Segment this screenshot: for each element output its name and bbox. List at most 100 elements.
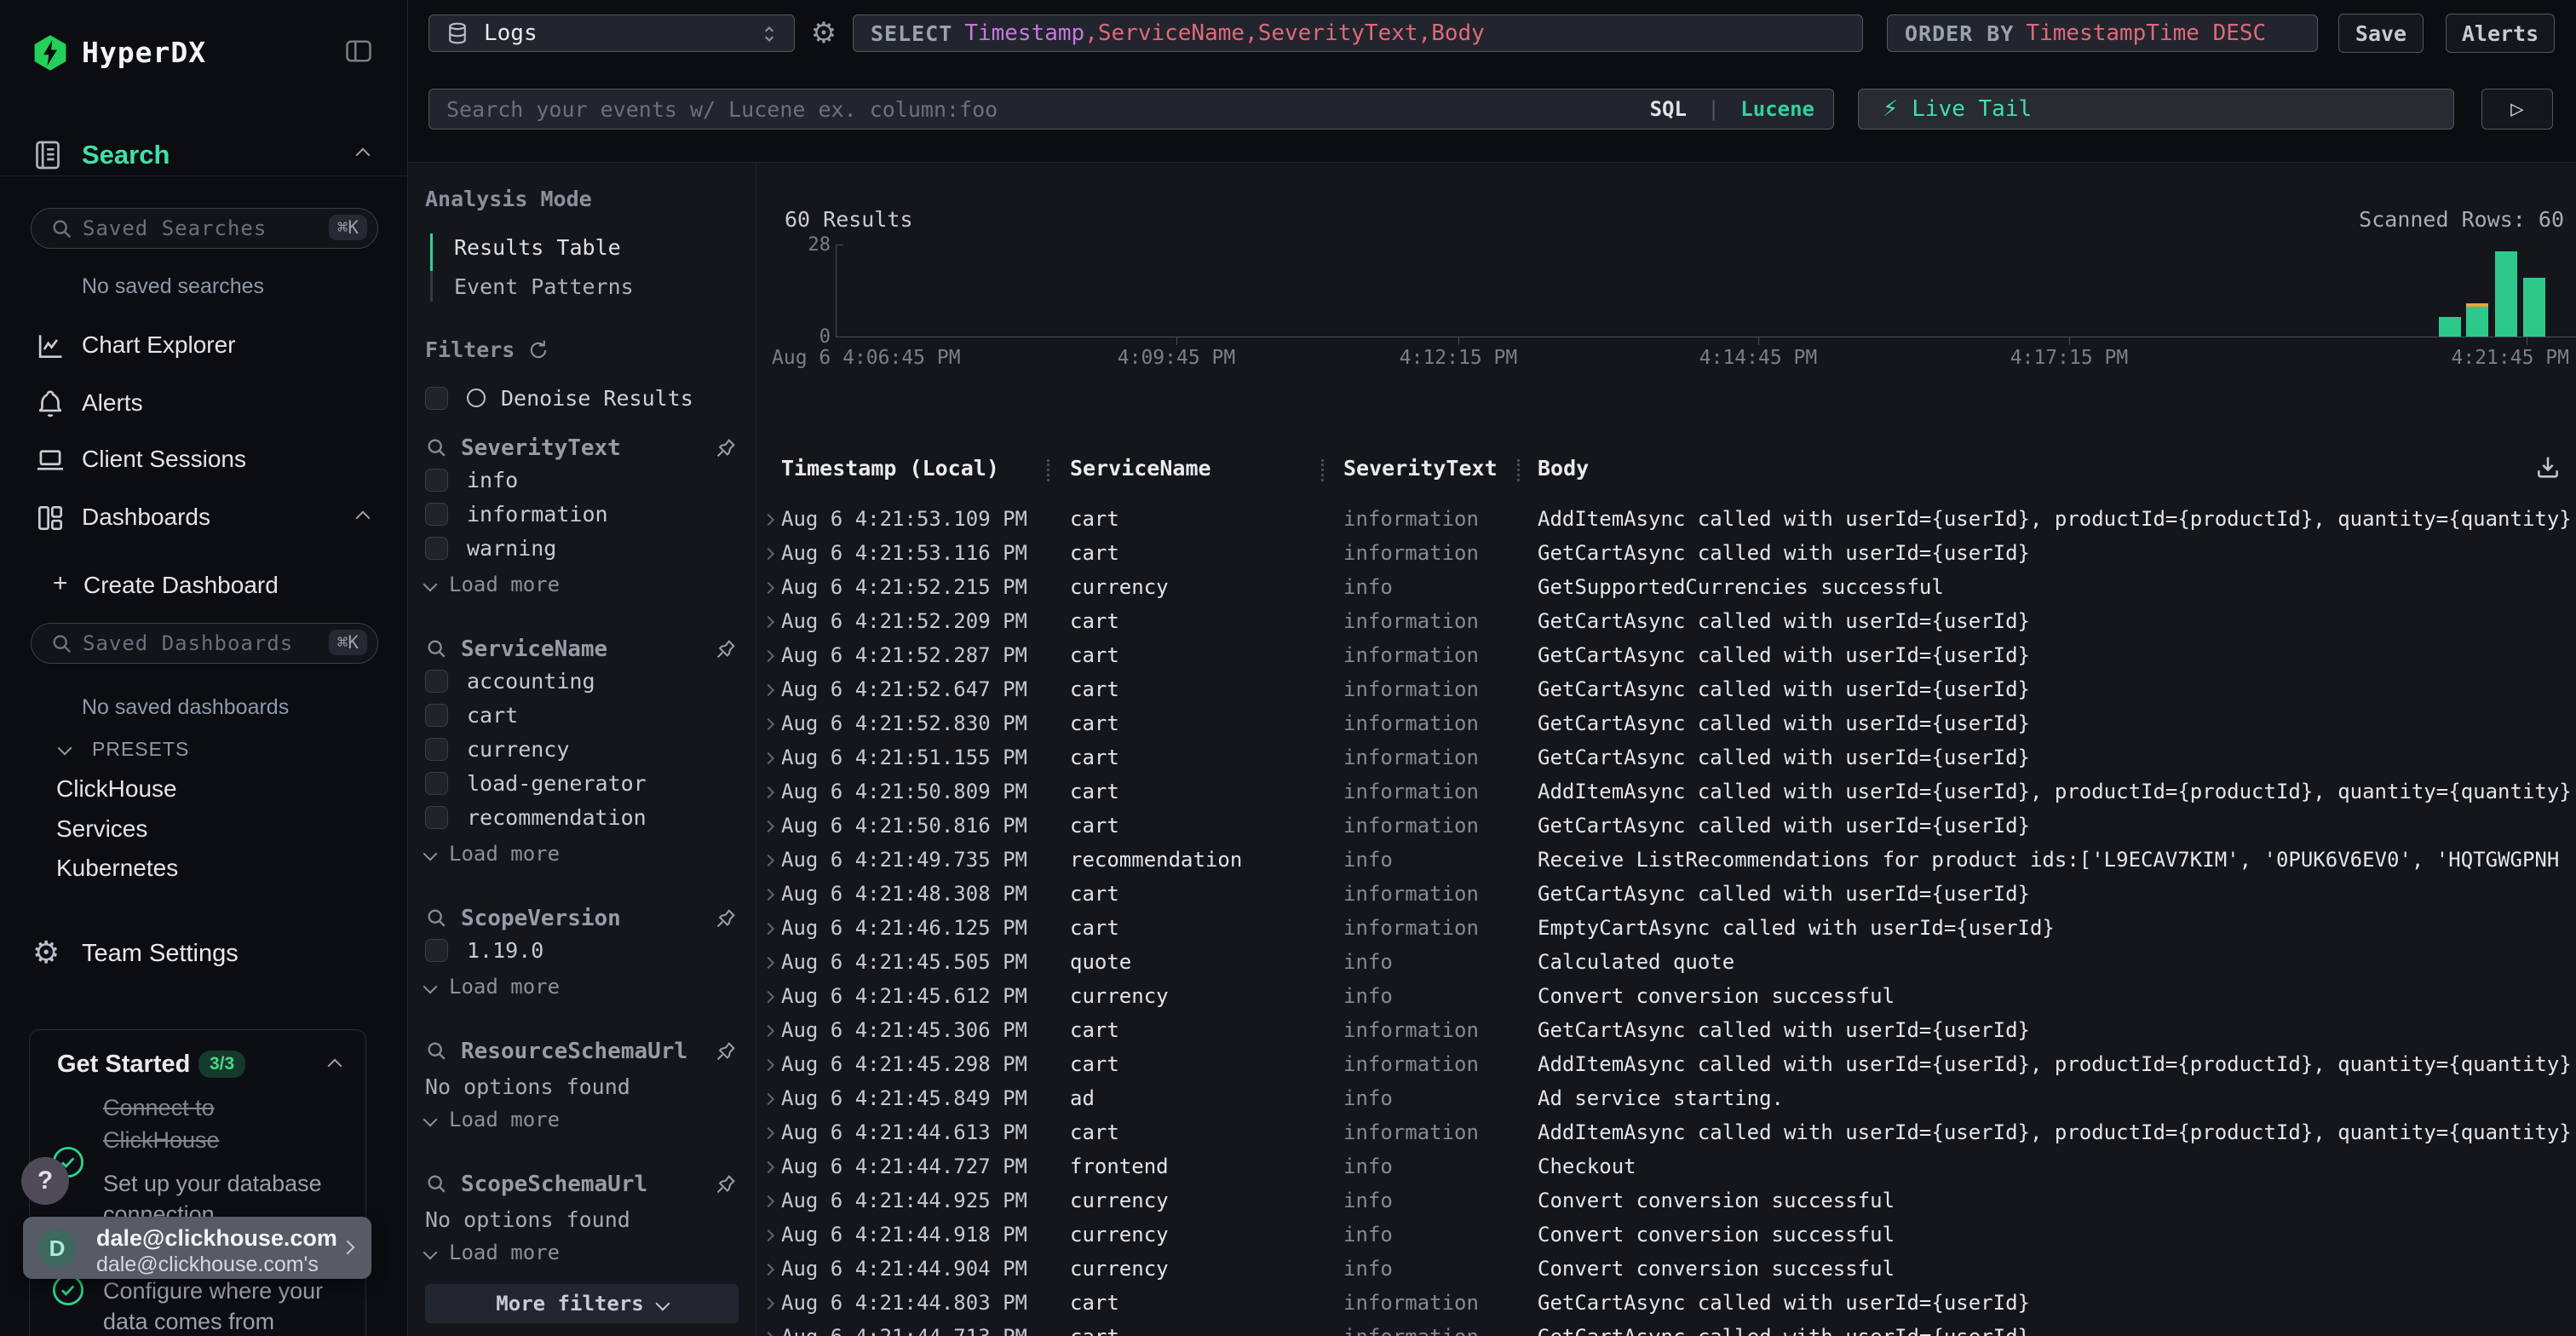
chevron-up-icon[interactable] — [356, 148, 371, 163]
table-row[interactable]: Aug 6 4:21:45.306 PM cart information Ge… — [757, 1013, 2576, 1047]
col-header-servicename[interactable]: ServiceName — [1070, 456, 1211, 481]
pin-icon[interactable] — [713, 906, 739, 931]
help-button[interactable]: ? — [21, 1157, 69, 1205]
filter-option[interactable]: warning — [425, 531, 739, 565]
table-row[interactable]: Aug 6 4:21:44.925 PM currency info Conve… — [757, 1183, 2576, 1218]
expand-row-icon[interactable] — [762, 855, 774, 867]
load-more-button[interactable]: Load more — [425, 1107, 739, 1132]
saved-searches-input[interactable]: Saved Searches ⌘K — [31, 208, 378, 249]
expand-row-icon[interactable] — [762, 1059, 774, 1071]
filter-option[interactable]: info — [425, 463, 739, 497]
search-icon[interactable] — [425, 637, 449, 661]
expand-row-icon[interactable] — [762, 1195, 774, 1207]
expand-row-icon[interactable] — [762, 889, 774, 901]
get-started-step1-title[interactable]: Connect to ClickHouse — [103, 1091, 220, 1156]
pin-icon[interactable] — [713, 1039, 739, 1064]
table-row[interactable]: Aug 6 4:21:44.918 PM currency info Conve… — [757, 1218, 2576, 1252]
table-row[interactable]: Aug 6 4:21:52.287 PM cart information Ge… — [757, 638, 2576, 672]
table-row[interactable]: Aug 6 4:21:53.116 PM cart information Ge… — [757, 536, 2576, 570]
table-row[interactable]: Aug 6 4:21:45.849 PM ad info Ad service … — [757, 1081, 2576, 1115]
preset-kubernetes[interactable]: Kubernetes — [56, 855, 178, 882]
sidebar-item-team-settings[interactable]: ⚙ Team Settings — [0, 936, 407, 973]
select-columns-input[interactable]: SELECT Timestamp ,ServiceName,SeverityTe… — [853, 14, 1863, 52]
more-filters-button[interactable]: More filters — [425, 1284, 739, 1323]
table-row[interactable]: Aug 6 4:21:45.298 PM cart information Ad… — [757, 1047, 2576, 1081]
expand-row-icon[interactable] — [762, 957, 774, 969]
filter-option[interactable]: 1.19.0 — [425, 933, 739, 967]
presets-toggle[interactable]: PRESETS — [0, 736, 407, 763]
checkbox[interactable] — [425, 939, 448, 962]
chevron-up-icon[interactable] — [356, 511, 371, 526]
table-row[interactable]: Aug 6 4:21:45.505 PM quote info Calculat… — [757, 945, 2576, 979]
histogram-bar[interactable] — [2495, 251, 2517, 337]
table-row[interactable]: Aug 6 4:21:52.830 PM cart information Ge… — [757, 706, 2576, 740]
expand-row-icon[interactable] — [762, 514, 774, 526]
source-select[interactable]: Logs — [428, 14, 795, 52]
histogram-bar[interactable] — [2439, 317, 2461, 337]
table-row[interactable]: Aug 6 4:21:53.109 PM cart information Ad… — [757, 502, 2576, 536]
sidebar-item-chart-explorer[interactable]: Chart Explorer — [0, 327, 407, 363]
checkbox[interactable] — [425, 704, 448, 727]
col-header-body[interactable]: Body — [1538, 456, 1589, 481]
expand-row-icon[interactable] — [762, 582, 774, 594]
table-row[interactable]: Aug 6 4:21:52.209 PM cart information Ge… — [757, 604, 2576, 638]
table-row[interactable]: Aug 6 4:21:44.613 PM cart information Ad… — [757, 1115, 2576, 1149]
column-resize-handle[interactable] — [1047, 459, 1049, 481]
histogram-bar[interactable] — [2466, 303, 2488, 337]
checkbox[interactable] — [425, 503, 448, 526]
expand-row-icon[interactable] — [762, 786, 774, 798]
table-row[interactable]: Aug 6 4:21:52.647 PM cart information Ge… — [757, 672, 2576, 706]
sidebar-collapse-icon[interactable] — [342, 36, 375, 66]
save-button[interactable]: Save — [2338, 14, 2424, 53]
expand-row-icon[interactable] — [762, 752, 774, 764]
expand-row-icon[interactable] — [762, 1025, 774, 1037]
table-row[interactable]: Aug 6 4:21:50.816 PM cart information Ge… — [757, 809, 2576, 843]
pin-icon[interactable] — [713, 1172, 739, 1197]
expand-row-icon[interactable] — [762, 650, 774, 662]
expand-row-icon[interactable] — [762, 821, 774, 832]
checkbox[interactable] — [425, 469, 448, 492]
expand-row-icon[interactable] — [762, 1093, 774, 1105]
sidebar-item-alerts[interactable]: Alerts — [0, 385, 407, 421]
column-resize-handle[interactable] — [1517, 459, 1520, 481]
search-icon[interactable] — [425, 1172, 449, 1196]
expand-row-icon[interactable] — [762, 1332, 774, 1336]
order-by-input[interactable]: ORDER BY TimestampTime DESC — [1887, 14, 2318, 52]
expand-row-icon[interactable] — [762, 923, 774, 935]
checkbox[interactable] — [425, 738, 448, 761]
col-header-timestamp[interactable]: Timestamp (Local) — [781, 456, 999, 481]
source-settings-gear-icon[interactable]: ⚙ — [808, 16, 839, 50]
lucene-toggle[interactable]: Lucene — [1740, 97, 1814, 121]
expand-row-icon[interactable] — [762, 1161, 774, 1173]
preset-clickhouse[interactable]: ClickHouse — [56, 775, 177, 803]
checkbox[interactable] — [425, 670, 448, 693]
search-section-header[interactable]: Search — [0, 136, 407, 174]
alerts-button[interactable]: Alerts — [2446, 14, 2555, 53]
table-row[interactable]: Aug 6 4:21:48.308 PM cart information Ge… — [757, 877, 2576, 911]
checkbox[interactable] — [425, 537, 448, 560]
table-row[interactable]: Aug 6 4:21:44.727 PM frontend info Check… — [757, 1149, 2576, 1183]
sidebar-item-dashboards[interactable]: Dashboards — [0, 499, 407, 535]
search-icon[interactable] — [425, 1039, 449, 1063]
load-more-button[interactable]: Load more — [425, 1240, 739, 1265]
filter-option[interactable]: load-generator — [425, 766, 739, 800]
filter-option[interactable]: information — [425, 497, 739, 531]
expand-row-icon[interactable] — [762, 548, 774, 560]
mode-results-table[interactable]: Results Table — [442, 228, 739, 268]
pin-icon[interactable] — [713, 435, 739, 461]
filter-option[interactable]: currency — [425, 732, 739, 766]
live-tail-button[interactable]: ⚡ Live Tail — [1858, 89, 2454, 130]
table-row[interactable]: Aug 6 4:21:50.809 PM cart information Ad… — [757, 775, 2576, 809]
preset-services[interactable]: Services — [56, 815, 147, 843]
create-dashboard-button[interactable]: + Create Dashboard — [0, 569, 407, 600]
saved-dashboards-input[interactable]: Saved Dashboards ⌘K — [31, 623, 378, 664]
chevron-up-icon[interactable] — [328, 1059, 342, 1074]
table-row[interactable]: Aug 6 4:21:44.803 PM cart information Ge… — [757, 1286, 2576, 1320]
expand-row-icon[interactable] — [762, 1127, 774, 1139]
search-icon[interactable] — [425, 907, 449, 930]
filter-option[interactable]: recommendation — [425, 800, 739, 834]
expand-row-icon[interactable] — [762, 1298, 774, 1310]
load-more-button[interactable]: Load more — [425, 841, 739, 867]
expand-row-icon[interactable] — [762, 991, 774, 1003]
table-row[interactable]: Aug 6 4:21:51.155 PM cart information Ge… — [757, 740, 2576, 775]
